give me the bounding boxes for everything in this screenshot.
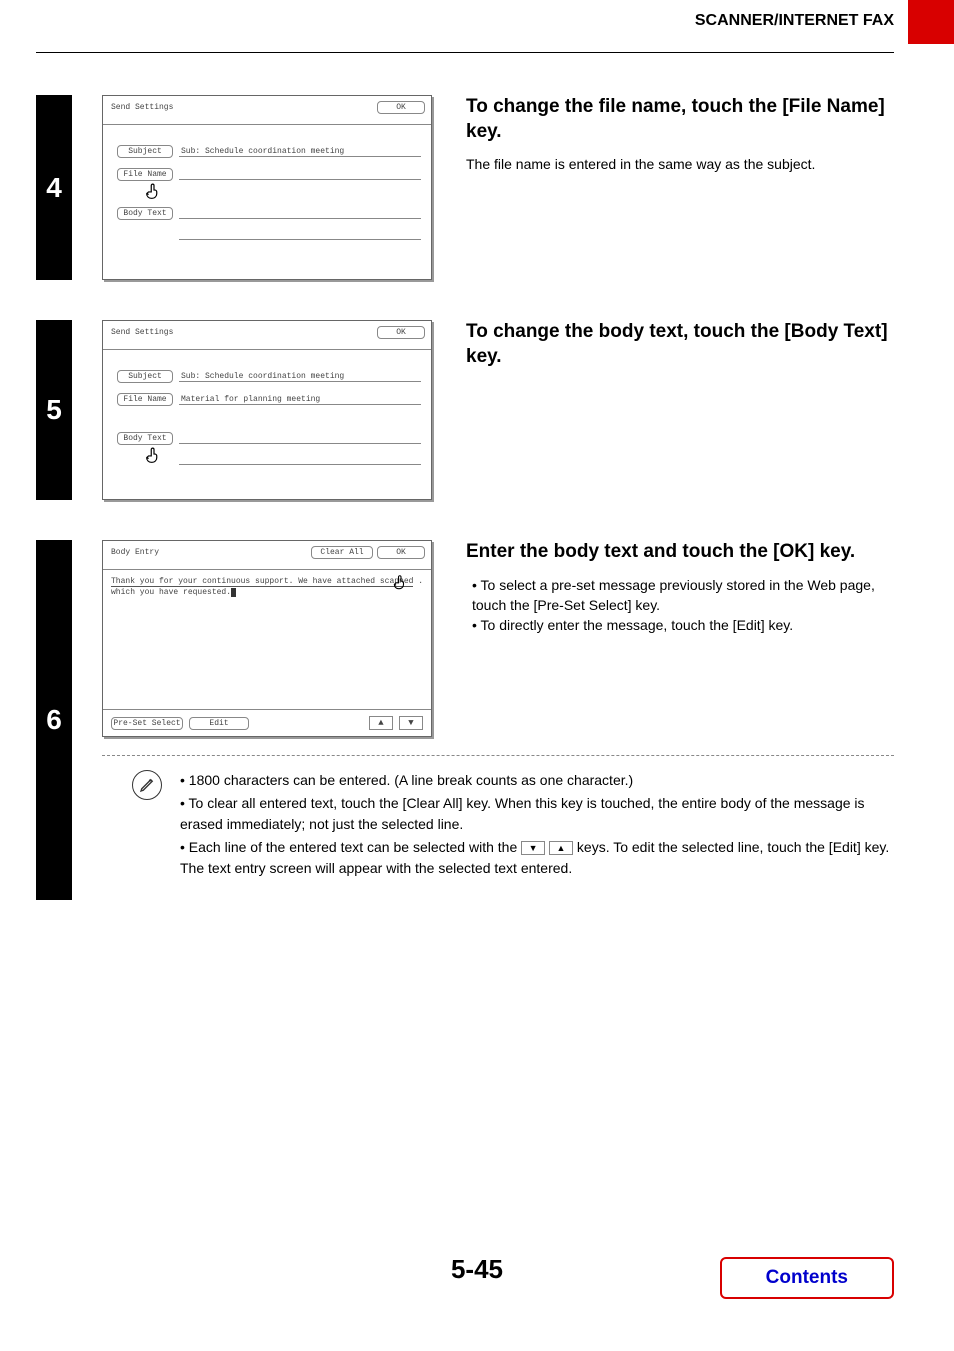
step-6-text: Enter the body text and touch the [OK] k… [466, 540, 894, 636]
subject-button[interactable]: Subject [117, 370, 173, 383]
body-text-value [179, 209, 421, 219]
send-settings-panel: Send Settings OK Subject Sub: Schedule c… [102, 95, 432, 280]
dashed-separator [102, 755, 894, 756]
body-text-button[interactable]: Body Text [117, 432, 173, 445]
step-heading: To change the body text, touch the [Body… [466, 320, 894, 369]
edit-button[interactable]: Edit [189, 717, 249, 730]
body-text-area[interactable]: Thank you for your continuous support. W… [103, 570, 431, 710]
note-pencil-icon [132, 770, 162, 800]
file-name-button[interactable]: File Name [117, 393, 173, 406]
panel-title: Send Settings [111, 103, 173, 112]
step-4: 4 Send Settings OK Subject Sub: Schedule… [36, 95, 894, 280]
subject-value: Sub: Schedule coordination meeting [179, 147, 421, 157]
step-number: 6 [36, 540, 72, 900]
file-name-value: Material for planning meeting [179, 395, 421, 405]
subject-value: Sub: Schedule coordination meeting [179, 372, 421, 382]
section-title: SCANNER/INTERNET FAX [695, 0, 908, 44]
down-arrow-icon: ▼ [521, 841, 545, 855]
body-text-line2 [179, 455, 421, 465]
note-block: 1800 characters can be entered. (A line … [102, 770, 894, 881]
panel-title: Body Entry [111, 548, 159, 557]
step-body-text: The file name is entered in the same way… [466, 154, 894, 174]
body-text-line2 [179, 230, 421, 240]
bullet-2: To directly enter the message, touch the… [472, 615, 894, 635]
note-3: Each line of the entered text can be sel… [180, 837, 894, 879]
step-number: 4 [36, 95, 72, 280]
step-5-text: To change the body text, touch the [Body… [466, 320, 894, 379]
step-5: 5 Send Settings OK Subject Sub: Schedule… [36, 320, 894, 500]
page-header: SCANNER/INTERNET FAX [0, 0, 954, 44]
subject-button[interactable]: Subject [117, 145, 173, 158]
contents-link[interactable]: Contents [720, 1257, 894, 1299]
ok-button[interactable]: OK [377, 326, 425, 339]
step-6: 6 Body Entry Clear All OK Thank you for … [36, 540, 894, 900]
note-2: To clear all entered text, touch the [Cl… [180, 793, 894, 835]
body-line-2: which you have requested. [111, 588, 231, 597]
send-settings-panel: Send Settings OK Subject Sub: Schedule c… [102, 320, 432, 500]
file-name-button[interactable]: File Name [117, 168, 173, 181]
ok-button[interactable]: OK [377, 546, 425, 559]
ok-button[interactable]: OK [377, 101, 425, 114]
up-arrow-icon: ▲ [549, 841, 573, 855]
step-number: 5 [36, 320, 72, 500]
header-accent [908, 0, 954, 44]
touch-hand-icon [143, 180, 165, 207]
note-1: 1800 characters can be entered. (A line … [180, 770, 894, 791]
page-content: 4 Send Settings OK Subject Sub: Schedule… [0, 53, 954, 900]
clear-all-button[interactable]: Clear All [311, 546, 373, 559]
preset-select-button[interactable]: Pre-Set Select [111, 717, 183, 730]
scroll-up-button[interactable]: ▲ [369, 716, 393, 730]
step-4-text: To change the file name, touch the [File… [466, 95, 894, 175]
step-heading: To change the file name, touch the [File… [466, 95, 894, 144]
text-cursor [231, 588, 236, 597]
body-entry-panel: Body Entry Clear All OK Thank you for yo… [102, 540, 432, 737]
body-text-value [179, 434, 421, 444]
body-line-1: Thank you for your continuous support. W… [111, 577, 413, 586]
bullet-1: To select a pre-set message previously s… [472, 575, 894, 616]
file-name-value [179, 170, 421, 180]
step-heading: Enter the body text and touch the [OK] k… [466, 540, 894, 565]
body-text-button[interactable]: Body Text [117, 207, 173, 220]
panel-title: Send Settings [111, 328, 173, 337]
scroll-down-button[interactable]: ▼ [399, 716, 423, 730]
